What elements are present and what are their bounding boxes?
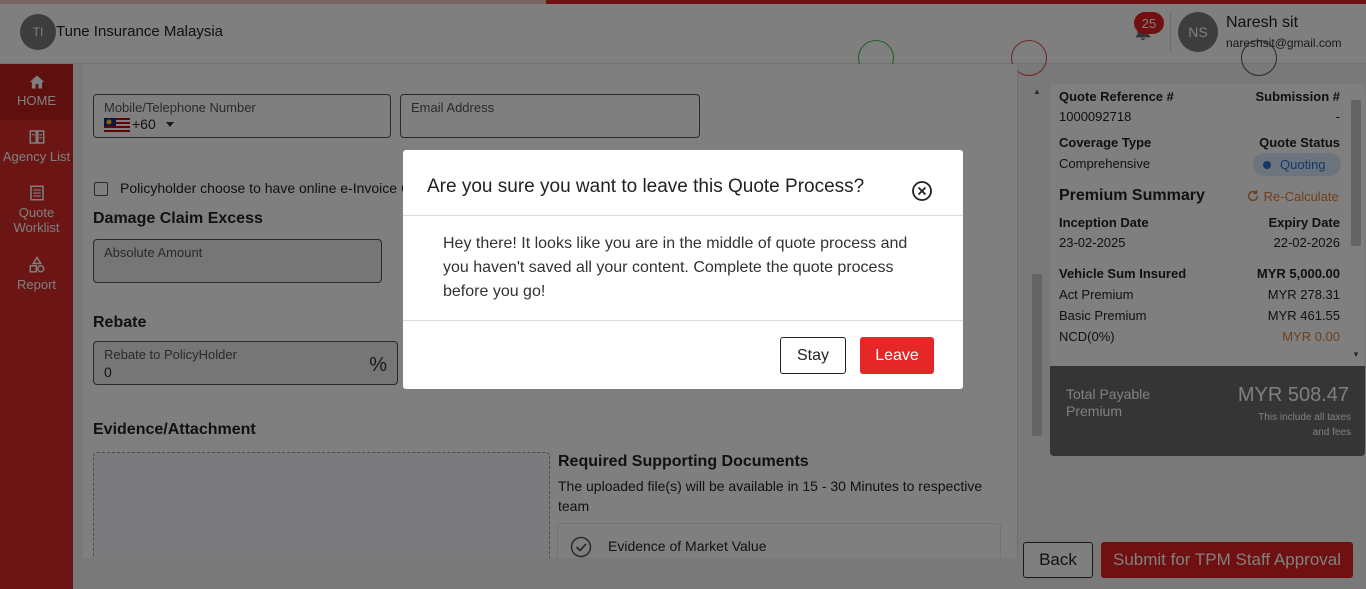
dialog-divider	[403, 320, 963, 321]
stay-button[interactable]: Stay	[780, 337, 846, 374]
dialog-divider	[403, 215, 963, 216]
dialog-message: Hey there! It looks like you are in the …	[443, 235, 908, 300]
leave-button[interactable]: Leave	[860, 337, 934, 374]
close-icon[interactable]	[911, 180, 933, 202]
dialog-title: Are you sure you want to leave this Quot…	[427, 176, 865, 197]
leave-confirm-dialog: Are you sure you want to leave this Quot…	[403, 150, 963, 389]
